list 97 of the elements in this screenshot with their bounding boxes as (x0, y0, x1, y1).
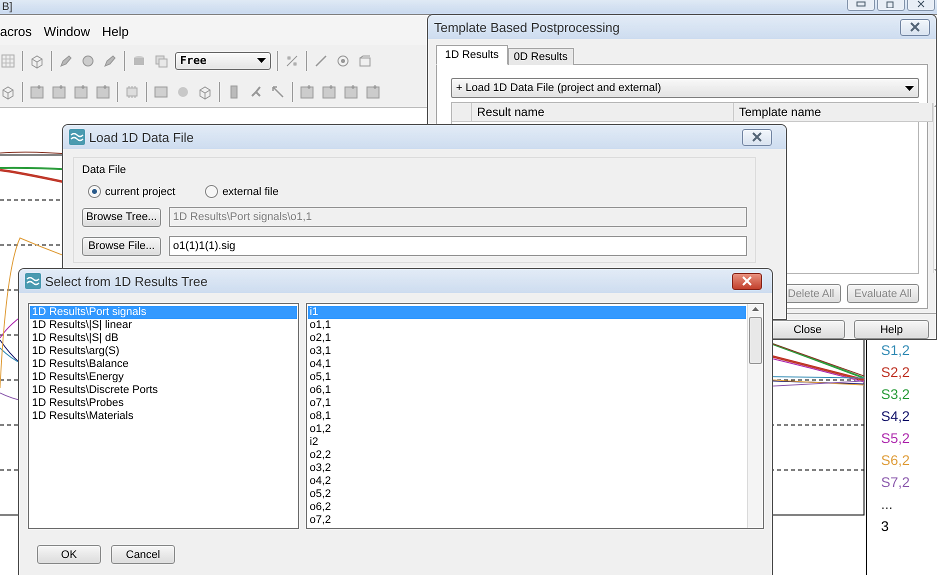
caret-icon (905, 86, 914, 90)
path-field[interactable]: o1(1)1(1).sig (169, 236, 747, 256)
pencil-icon[interactable] (58, 52, 74, 68)
list-item[interactable]: o8,1 (308, 410, 746, 423)
list-item[interactable]: o4,2 (308, 475, 746, 488)
close-button[interactable] (900, 18, 930, 36)
legend-label: S7,2 (881, 474, 911, 491)
legend-label: S2,2 (881, 364, 911, 381)
list-item[interactable]: o4,1 (308, 358, 746, 371)
close-button[interactable] (907, 0, 935, 11)
axis-label: 3 (881, 518, 890, 535)
frame-icon[interactable] (321, 84, 337, 100)
menu-item[interactable]: acros (0, 24, 32, 38)
frame-icon[interactable] (365, 84, 381, 100)
scroll-up-icon (752, 307, 759, 311)
legend-more: ... (881, 496, 894, 513)
dialog-title: Template Based Postprocessing (434, 20, 621, 34)
line-icon[interactable] (313, 52, 329, 68)
list-item[interactable]: o3,2 (308, 462, 746, 475)
scrollbar[interactable] (747, 304, 763, 528)
cancel-button[interactable]: Cancel (111, 545, 175, 564)
dialog-title: Select from 1D Results Tree (45, 274, 209, 288)
list-item[interactable]: o5,1 (308, 371, 746, 384)
legend-label: S3,2 (881, 386, 911, 403)
column-header[interactable]: Template name (734, 103, 933, 122)
menu-item[interactable]: Help (102, 24, 129, 38)
list-item[interactable]: o7,1 (308, 397, 746, 410)
close-button[interactable] (732, 272, 762, 290)
header-corner (452, 103, 472, 122)
list-item[interactable]: o6,2 (308, 501, 746, 514)
arrow-icon[interactable] (270, 84, 286, 100)
group-label: Data File (82, 164, 128, 176)
image-icon[interactable] (153, 84, 169, 100)
chip-icon[interactable] (124, 84, 140, 100)
list-item[interactable]: i2 (308, 436, 746, 449)
list-item[interactable]: 1D Results\Balance (30, 358, 297, 371)
percent-icon[interactable] (284, 52, 300, 68)
frame-icon[interactable] (51, 84, 67, 100)
legend-label: S6,2 (881, 452, 911, 469)
legend-label: S4,2 (881, 408, 911, 425)
cube-icon[interactable] (29, 52, 45, 68)
list-item[interactable]: 1D Results\arg(S) (30, 345, 297, 358)
pencil-icon[interactable] (102, 52, 118, 68)
frame-icon[interactable] (73, 84, 89, 100)
view-mode-dropdown[interactable]: Free (175, 52, 271, 70)
list-item[interactable]: 1D Results\|S| linear (30, 319, 297, 332)
help-button[interactable]: Help (854, 320, 929, 339)
tab[interactable]: 1D Results (436, 45, 508, 65)
list-item[interactable]: o3,1 (308, 345, 746, 358)
close-button[interactable]: Close (770, 320, 845, 339)
close-icon (909, 22, 921, 32)
close-icon (751, 132, 763, 142)
list-item[interactable]: 1D Results\Probes (30, 397, 297, 410)
list-item[interactable]: 1D Results\Energy (30, 371, 297, 384)
app-icon (25, 273, 41, 289)
ok-button[interactable]: OK (37, 545, 101, 564)
frame-icon[interactable] (29, 84, 45, 100)
close-icon (741, 276, 753, 286)
restore-button[interactable] (877, 0, 905, 11)
list-item[interactable]: o2,2 (308, 449, 746, 462)
list-item[interactable]: o7,2 (308, 514, 746, 527)
window-title: B] (2, 1, 12, 13)
list-item[interactable]: o1,2 (308, 423, 746, 436)
target-icon[interactable] (335, 52, 351, 68)
template-dropdown[interactable]: + Load 1D Data File (project and external) (451, 78, 919, 98)
grid-icon[interactable] (0, 52, 16, 68)
list-item[interactable]: o6,1 (308, 384, 746, 397)
list-item[interactable]: o1,1 (308, 319, 746, 332)
box-icon[interactable] (357, 52, 373, 68)
list-item[interactable]: o2,1 (308, 332, 746, 345)
close-button[interactable] (742, 128, 772, 146)
frame-icon[interactable] (299, 84, 315, 100)
frame-icon[interactable] (343, 84, 359, 100)
list-item[interactable]: o5,2 (308, 488, 746, 501)
app-icon (69, 129, 85, 145)
cube-icon[interactable] (197, 84, 213, 100)
list-item[interactable]: 1D Results\|S| dB (30, 332, 297, 345)
close-icon (916, 0, 926, 8)
scroll-thumb[interactable] (749, 317, 762, 364)
minimize-icon (856, 0, 866, 8)
restore-icon (886, 0, 896, 8)
list-item[interactable]: 1D Results\Materials (30, 410, 297, 423)
legend-label: S1,2 (881, 342, 911, 359)
dialog-title: Load 1D Data File (89, 130, 195, 144)
list-item[interactable]: 1D Results\Discrete Ports (30, 384, 297, 397)
squares-icon[interactable] (153, 52, 169, 68)
legend-label: S5,2 (881, 430, 911, 447)
frame-icon[interactable] (95, 84, 111, 100)
minimize-button[interactable] (847, 0, 875, 11)
radio-option[interactable]: external file (205, 185, 279, 198)
menu-item[interactable]: Window (44, 24, 90, 38)
caret-icon (257, 58, 266, 63)
column-header[interactable]: Result name (472, 103, 734, 122)
browse-button[interactable]: Browse File... (82, 236, 162, 256)
radio-option[interactable]: current project (88, 185, 176, 198)
cube-icon[interactable] (0, 84, 16, 100)
tab[interactable]: 0D Results (508, 48, 574, 65)
